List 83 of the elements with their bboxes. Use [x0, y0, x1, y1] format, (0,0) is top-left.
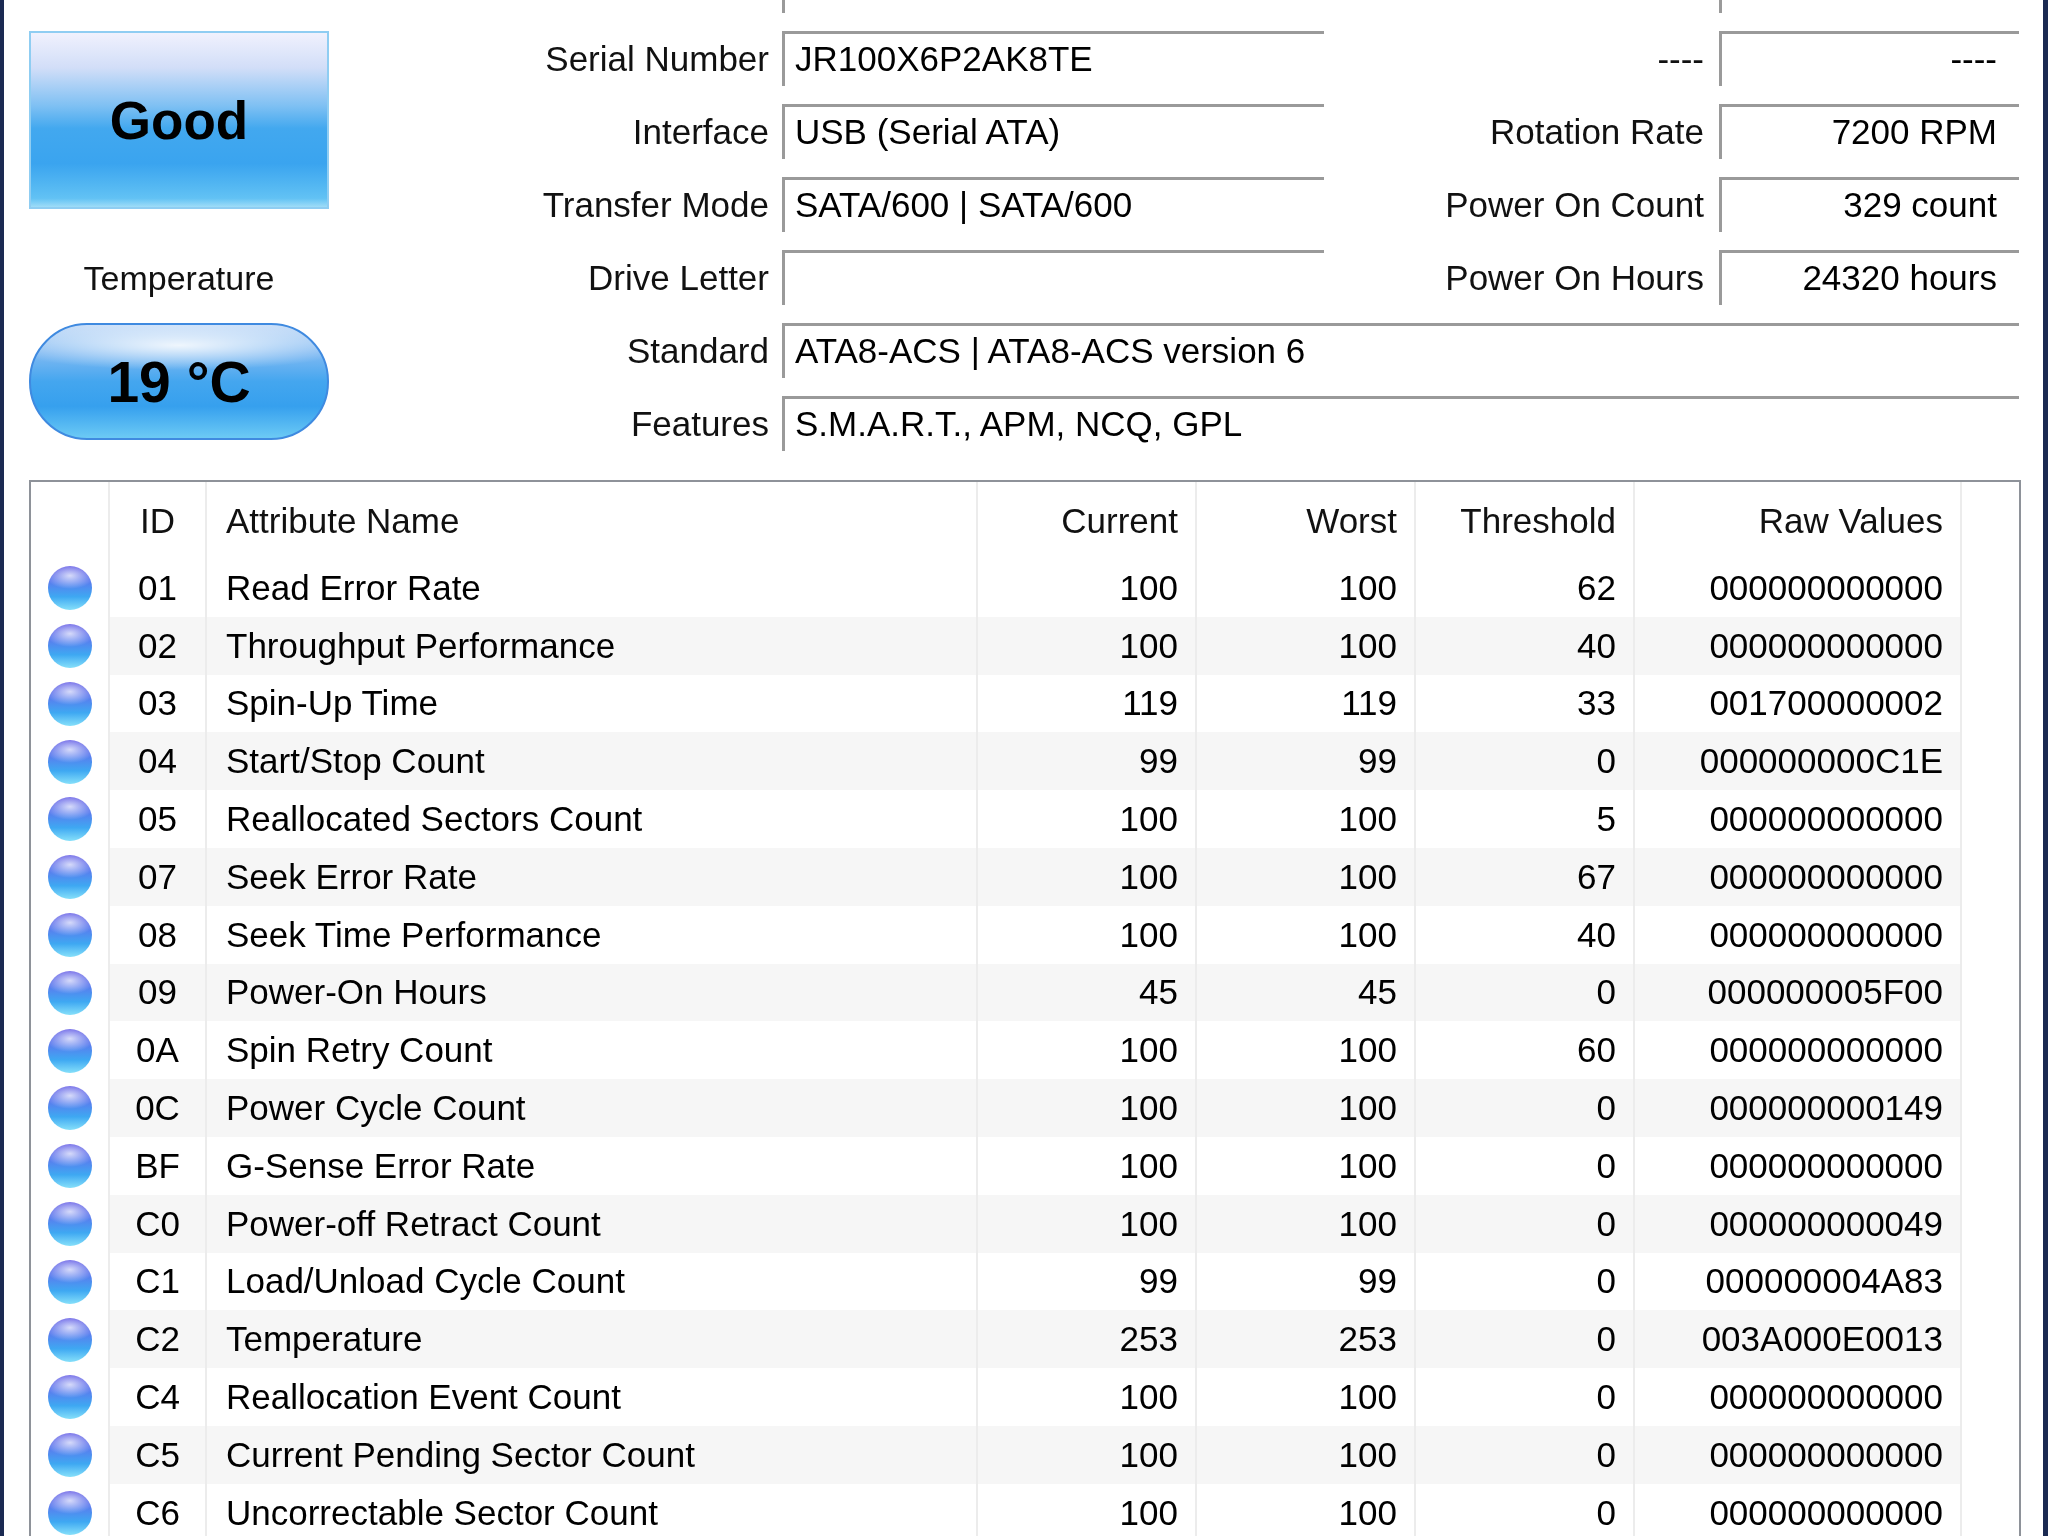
field-label: Interface — [632, 110, 769, 153]
value-field: ATA8-ACS | ATA8-ACS version 6 — [782, 323, 2019, 378]
table-cell: 0 — [1416, 1310, 1635, 1369]
field-label: Power On Count — [1445, 183, 1704, 226]
value-field: JR100X6P2AK8TE — [782, 31, 1324, 86]
value-field: ---- — [1719, 31, 2019, 86]
table-cell: 100 — [1197, 1483, 1416, 1536]
table-cell: C0 — [110, 1194, 207, 1253]
table-cell: 100 — [978, 1425, 1197, 1484]
table-cell: 40 — [1416, 616, 1635, 675]
table-cell: 100 — [978, 848, 1197, 906]
table-cell: 000000000000 — [1635, 1425, 1962, 1484]
table-cell: 100 — [1197, 616, 1416, 675]
table-cell: C5 — [110, 1425, 207, 1484]
table-cell: 99 — [978, 732, 1197, 791]
table-cell: Start/Stop Count — [207, 732, 978, 791]
table-cell: 0 — [1416, 1194, 1635, 1253]
table-cell: 0 — [1416, 1425, 1635, 1484]
column-header[interactable]: Raw Values — [1635, 482, 1962, 559]
table-cell: 0C — [110, 1079, 207, 1137]
field-label: Drive Letter — [588, 256, 769, 299]
table-cell: 253 — [978, 1310, 1197, 1369]
table-cell: 0 — [1416, 1483, 1635, 1536]
table-cell: Power-off Retract Count — [207, 1194, 978, 1253]
temperature-button[interactable]: 19 °C — [29, 323, 329, 440]
table-cell: 0 — [1416, 1079, 1635, 1137]
table-cell: 100 — [978, 1079, 1197, 1137]
column-header[interactable]: ID — [110, 482, 207, 559]
value-field: 24320 hours — [1719, 250, 2019, 305]
table-cell: 003A000E0013 — [1635, 1310, 1962, 1369]
table-cell: Power Cycle Count — [207, 1079, 978, 1137]
table-cell: 02 — [110, 616, 207, 675]
table-cell: 45 — [1197, 963, 1416, 1022]
table-cell: 000000000C1E — [1635, 732, 1962, 791]
value-field: 329 count — [1719, 177, 2019, 232]
field-label: Transfer Mode — [542, 183, 769, 226]
field-label: Power On Hours — [1445, 256, 1704, 299]
table-cell: 99 — [1197, 732, 1416, 791]
column-header[interactable]: Threshold — [1416, 482, 1635, 559]
table-cell: 100 — [978, 616, 1197, 675]
table-cell: Uncorrectable Sector Count — [207, 1483, 978, 1536]
status-icon — [47, 1491, 92, 1535]
table-cell: C6 — [110, 1483, 207, 1536]
field-label: Standard — [626, 329, 769, 372]
table-cell: Current Pending Sector Count — [207, 1425, 978, 1484]
table-cell: 07 — [110, 848, 207, 906]
table-cell: 000000000049 — [1635, 1194, 1962, 1253]
field-label: Rotation Rate — [1489, 110, 1704, 153]
field-label: Features — [630, 402, 769, 445]
table-cell: 100 — [1197, 1079, 1416, 1137]
table-cell: 09 — [110, 963, 207, 1022]
table-cell: 67 — [1416, 848, 1635, 906]
table-cell: 0 — [1416, 732, 1635, 791]
column-header[interactable]: Current — [978, 482, 1197, 559]
table-cell: Temperature — [207, 1310, 978, 1369]
table-cell: 100 — [1197, 1425, 1416, 1484]
value-field: S.M.A.R.T., APM, NCQ, GPL — [782, 396, 2019, 451]
table-cell: 100 — [978, 1194, 1197, 1253]
table-cell: Power-On Hours — [207, 963, 978, 1022]
table-cell: 45 — [978, 963, 1197, 1022]
table-cell: 100 — [1197, 848, 1416, 906]
table-cell: 04 — [110, 732, 207, 791]
table-cell: 100 — [978, 1483, 1197, 1536]
value-field: USB (Serial ATA) — [782, 104, 1324, 159]
table-cell: 0 — [1416, 963, 1635, 1022]
table-cell: 000000005F00 — [1635, 963, 1962, 1022]
table-cell: C2 — [110, 1310, 207, 1369]
field-label: Serial Number — [545, 37, 769, 80]
table-cell: 000000000000 — [1635, 1483, 1962, 1536]
table-cell: 253 — [1197, 1310, 1416, 1369]
table-cell: Seek Error Rate — [207, 848, 978, 906]
table-cell: 000000000149 — [1635, 1079, 1962, 1137]
table-cell: 100 — [1197, 1194, 1416, 1253]
table-cell: 000000000000 — [1635, 848, 1962, 906]
value-field: SATA/600 | SATA/600 — [782, 177, 1324, 232]
value-field: 7200 RPM — [1719, 104, 2019, 159]
table-cell: 000000000000 — [1635, 616, 1962, 675]
field-label: ---- — [1657, 37, 1704, 80]
health-status-button[interactable]: Good — [29, 31, 329, 209]
column-header[interactable]: Attribute Name — [207, 482, 978, 559]
temperature-label: Temperature — [83, 258, 275, 298]
column-header[interactable]: Worst — [1197, 482, 1416, 559]
table-cell: Throughput Performance — [207, 616, 978, 675]
